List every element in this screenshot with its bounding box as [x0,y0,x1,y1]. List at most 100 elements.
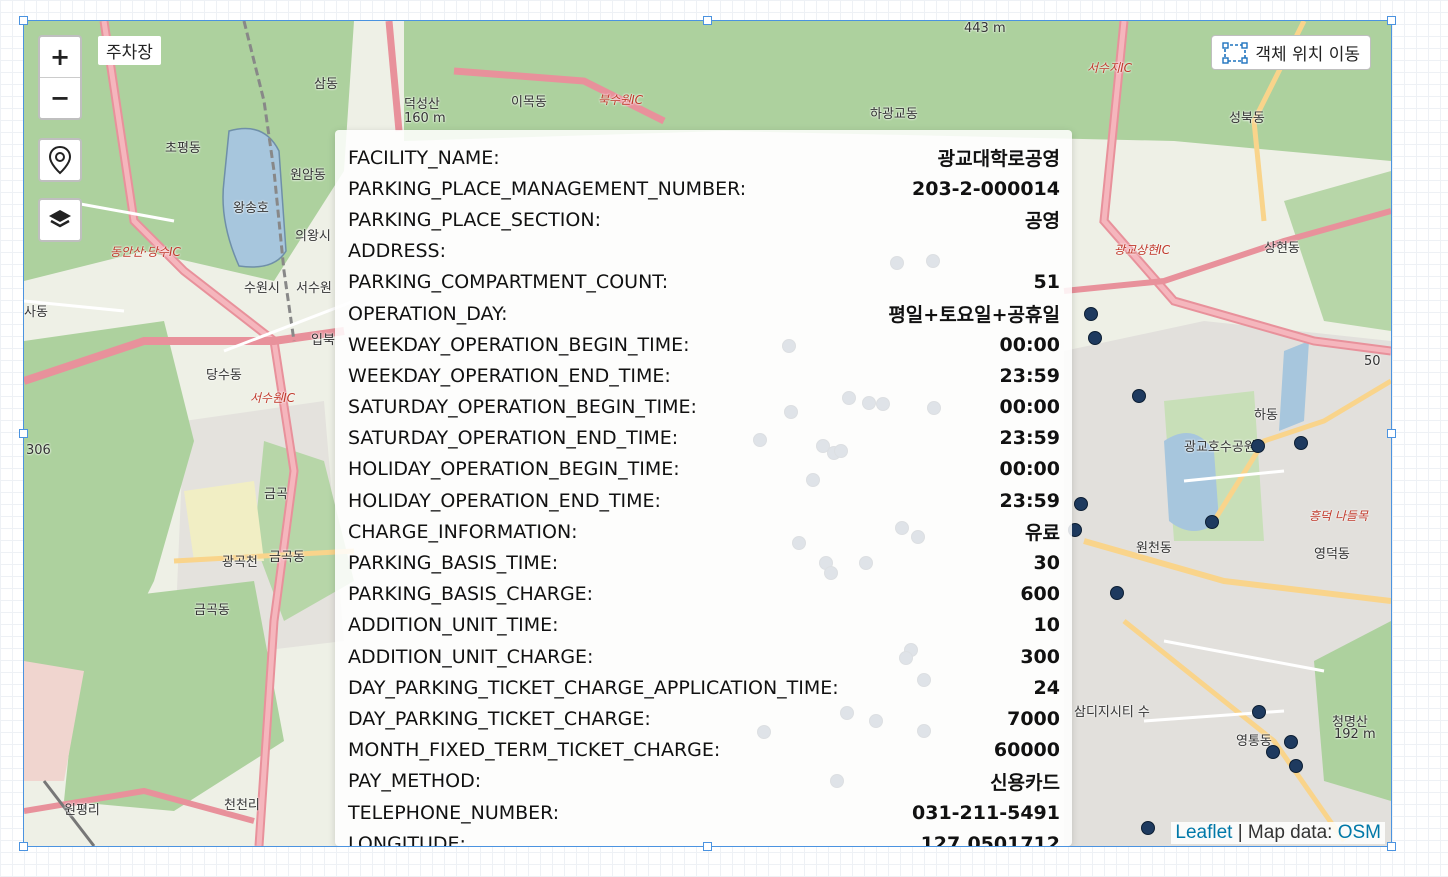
attribute-value: 신용카드 [990,771,1060,794]
popup-attribute-row: SATURDAY_OPERATION_END_TIME: 23:59 [348,423,1060,454]
map-place-label: 금곡동 [269,550,305,565]
attribute-value: 127.0501712 [920,832,1060,846]
location-pin-icon [48,145,72,175]
attribute-key: WEEKDAY_OPERATION_END_TIME: [348,364,671,387]
attribute-value: 00:00 [999,458,1060,481]
popup-attribute-row: PARKING_BASIS_CHARGE: 600 [348,579,1060,610]
map-place-label: 흥덕 나들목 [1309,509,1369,523]
popup-attribute-row: DAY_PARKING_TICKET_CHARGE: 7000 [348,703,1060,734]
attribute-value: 유료 [1025,522,1060,545]
attribute-key: ADDITION_UNIT_TIME: [348,614,559,637]
attribute-key: ADDITION_UNIT_CHARGE: [348,645,594,668]
parking-marker[interactable] [1132,389,1146,403]
parking-marker[interactable] [1205,515,1219,529]
map-place-label: 광교상현IC [1114,243,1171,257]
map-place-label: 상현동 [1264,241,1300,256]
attribute-key: HOLIDAY_OPERATION_END_TIME: [348,489,661,512]
map-place-label: 동안산·당수IC [110,245,181,259]
parking-marker[interactable] [1289,759,1303,773]
popup-attribute-row: PARKING_COMPARTMENT_COUNT: 51 [348,267,1060,298]
zoom-out-button[interactable]: − [40,77,80,118]
map-place-label: 성북동 [1229,111,1265,126]
popup-attribute-row: PAY_METHOD: 신용카드 [348,766,1060,797]
popup-attribute-row: HOLIDAY_OPERATION_END_TIME: 23:59 [348,485,1060,516]
parking-marker[interactable] [1141,821,1155,835]
attribute-value: 51 [1033,271,1060,294]
attribute-key: ADDRESS: [348,240,446,263]
parking-marker[interactable] [1266,745,1280,759]
map-place-label: 192 m [1334,727,1376,742]
move-object-button[interactable]: 객체 위치 이동 [1211,35,1371,70]
zoom-control: + − [38,35,82,120]
parking-marker[interactable] [1088,331,1102,345]
attribute-key: DAY_PARKING_TICKET_CHARGE: [348,707,651,730]
attribute-key: WEEKDAY_OPERATION_BEGIN_TIME: [348,333,690,356]
popup-attribute-row: HOLIDAY_OPERATION_BEGIN_TIME: 00:00 [348,454,1060,485]
map-place-label: 서수원 [296,281,332,296]
popup-attribute-list: FACILITY_NAME: 광교대학로공영 PARKING_PLACE_MANAG… [348,142,1060,846]
popup-attribute-row: WEEKDAY_OPERATION_END_TIME: 23:59 [348,360,1060,391]
layers-icon [49,210,71,228]
attribute-value: 300 [1020,645,1060,668]
parking-marker[interactable] [1252,705,1266,719]
attribute-value: 00:00 [999,396,1060,419]
zoom-in-button[interactable]: + [40,37,80,77]
popup-attribute-row: PARKING_PLACE_SECTION: 공영 [348,204,1060,235]
map-place-label: 원천동 [1136,541,1172,556]
map-place-label: 당수동 [206,368,242,383]
map-place-label: 광곡천 [222,555,258,570]
popup-attribute-row: SATURDAY_OPERATION_BEGIN_TIME: 00:00 [348,392,1060,423]
attribute-key: MONTH_FIXED_TERM_TICKET_CHARGE: [348,739,721,762]
map-place-label: 삼디지시티 수 [1074,705,1150,720]
attribute-key: HOLIDAY_OPERATION_BEGIN_TIME: [348,458,680,481]
map-place-label: 306 [26,443,51,458]
attribute-key: SATURDAY_OPERATION_END_TIME: [348,427,679,450]
attribute-key: PARKING_COMPARTMENT_COUNT: [348,271,669,294]
move-object-icon [1222,41,1249,64]
map-attribution: Leaflet | Map data: OSM [1171,822,1385,844]
attribute-key: PAY_METHOD: [348,770,482,793]
map-place-label: 금곡 [264,487,288,502]
map-place-label: 160 m [404,111,446,126]
feature-info-popup[interactable]: FACILITY_NAME: 광교대학로공영 PARKING_PLACE_MANAG… [335,130,1072,846]
parking-marker[interactable] [1251,439,1265,453]
map-place-label: 원암동 [290,168,326,183]
parking-marker[interactable] [1084,307,1098,321]
osm-link[interactable]: OSM [1338,822,1381,843]
popup-attribute-row: PARKING_PLACE_MANAGEMENT_NUMBER: 203-2-00… [348,173,1060,204]
popup-attribute-row: MONTH_FIXED_TERM_TICKET_CHARGE: 60000 [348,735,1060,766]
popup-attribute-row: OPERATION_DAY: 평일+토요일+공휴일 [348,298,1060,329]
popup-attribute-row: TELEPHONE_NUMBER: 031-211-5491 [348,797,1060,828]
layers-button[interactable] [38,198,82,242]
map-widget[interactable]: 삼동 덕성산 160 m 이목동 북수원IC 하광교동 초평동 원암동 왕송호 의왕시 동안산·당수… [24,21,1391,846]
map-place-label: 왕송호 [233,201,269,216]
parking-marker[interactable] [1284,735,1298,749]
popup-attribute-row: CHARGE_INFORMATION: 유료 [348,516,1060,547]
parking-marker[interactable] [1110,586,1124,600]
attribute-value: 203-2-000014 [912,177,1060,200]
map-place-label: 이목동 [511,95,547,110]
popup-attribute-row: ADDITION_UNIT_TIME: 10 [348,610,1060,641]
attribute-key: PARKING_PLACE_SECTION: [348,208,601,231]
popup-attribute-row: ADDRESS: [348,236,1060,267]
parking-marker[interactable] [1294,436,1308,450]
attribute-key: DAY_PARKING_TICKET_CHARGE_APPLICATION_TI… [348,676,839,699]
map-place-label: 입북 [311,333,335,348]
location-button[interactable] [38,138,82,182]
attribute-key: TELEPHONE_NUMBER: [348,801,560,824]
attribute-key: PARKING_BASIS_CHARGE: [348,583,594,606]
attribute-value: 평일+토요일+공휴일 [888,304,1060,327]
attribute-value: 공영 [1025,210,1060,233]
attribute-value: 24 [1033,676,1060,699]
attribute-value: 7000 [1007,707,1060,730]
attribute-key: SATURDAY_OPERATION_BEGIN_TIME: [348,396,697,419]
popup-attribute-row: WEEKDAY_OPERATION_BEGIN_TIME: 00:00 [348,329,1060,360]
map-place-label: 서수지IC [1087,61,1133,75]
map-place-label: 광교호수공원 [1184,440,1256,455]
attribute-value: 30 [1033,552,1060,575]
attribute-key: PARKING_BASIS_TIME: [348,552,559,575]
attribute-value: 23:59 [999,364,1060,387]
parking-marker[interactable] [1074,497,1088,511]
map-place-label: 수원시 [244,281,280,296]
leaflet-link[interactable]: Leaflet [1175,822,1232,843]
